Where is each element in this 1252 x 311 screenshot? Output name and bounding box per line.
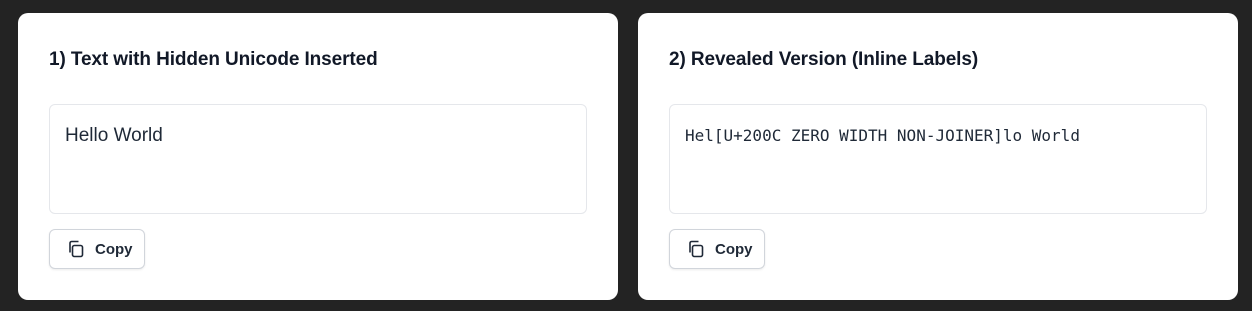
hidden-unicode-panel: 1) Text with Hidden Unicode Inserted Hel… — [18, 13, 618, 300]
copy-button[interactable]: Copy — [49, 229, 145, 269]
revealed-text-content: Hel[U+200C ZERO WIDTH NON-JOINER]lo Worl… — [685, 126, 1080, 145]
copy-icon — [686, 239, 706, 259]
revealed-version-panel: 2) Revealed Version (Inline Labels) Hel[… — [638, 13, 1238, 300]
copy-button-label: Copy — [715, 240, 753, 258]
panel-title: 1) Text with Hidden Unicode Inserted — [49, 49, 378, 70]
copy-button[interactable]: Copy — [669, 229, 765, 269]
copy-icon — [66, 239, 86, 259]
copy-button-label: Copy — [95, 240, 133, 258]
hidden-text-content: Hello World — [65, 125, 163, 146]
revealed-text-box[interactable]: Hel[U+200C ZERO WIDTH NON-JOINER]lo Worl… — [669, 104, 1207, 214]
panel-title: 2) Revealed Version (Inline Labels) — [669, 49, 979, 70]
hidden-text-box[interactable]: Hello World — [49, 104, 587, 214]
